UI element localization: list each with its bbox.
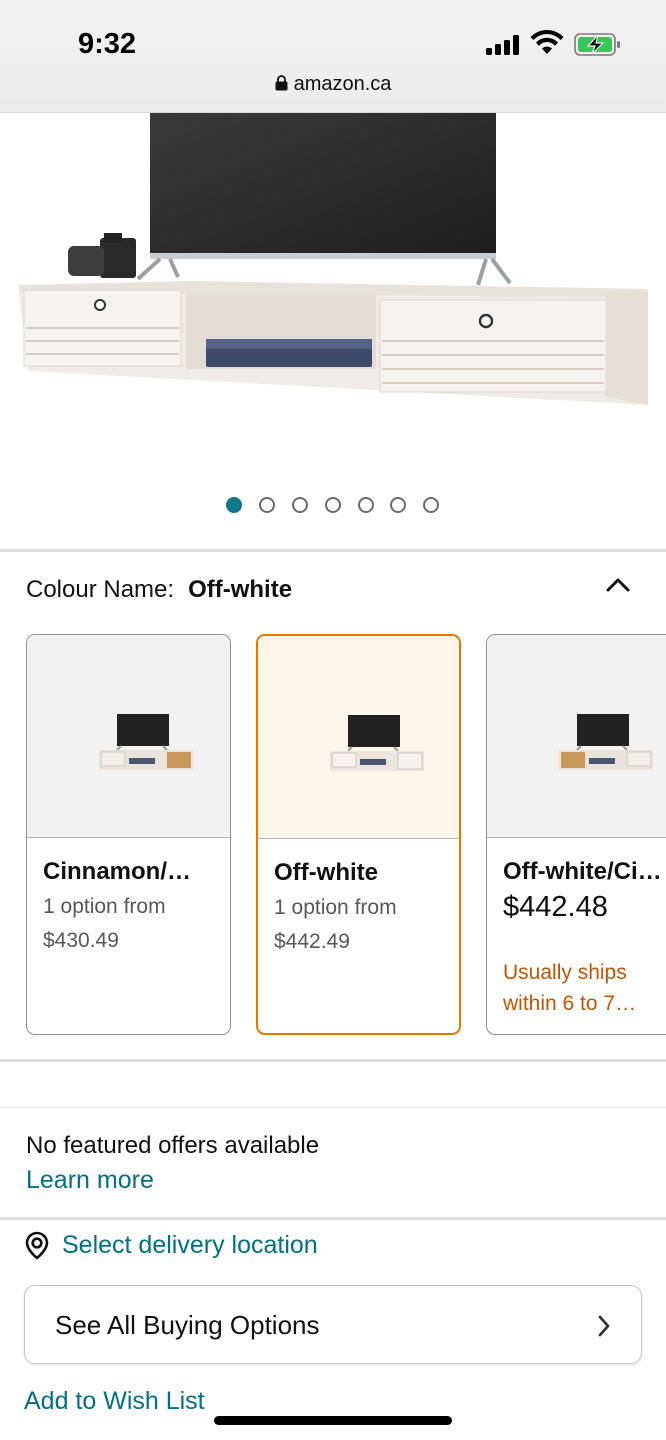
colour-option-card-selected[interactable]: Off-white 1 option from $442.49 [256, 634, 461, 1035]
colour-option-subtext: 1 option from [274, 896, 397, 919]
colour-option-price: $442.48 [503, 891, 608, 923]
address-bar[interactable]: amazon.ca [0, 73, 666, 96]
carousel-dot[interactable] [259, 497, 275, 513]
colour-option-name: Cinnamon/… [43, 858, 191, 885]
colour-option-name: Off-white/Ci… [503, 858, 662, 885]
shipping-estimate-line: within 6 to 7… [503, 992, 637, 1015]
image-carousel-dots[interactable] [226, 497, 446, 515]
chevron-up-icon[interactable] [604, 574, 632, 596]
colour-option-subtext: 1 option from [43, 895, 166, 918]
product-image[interactable] [0, 113, 666, 473]
see-all-buying-options-button[interactable]: See All Buying Options [24, 1285, 642, 1364]
colour-label: Colour Name: [26, 576, 175, 603]
learn-more-link[interactable]: Learn more [26, 1166, 154, 1195]
section-divider [0, 1217, 666, 1220]
url-text: amazon.ca [293, 73, 392, 95]
button-label: See All Buying Options [55, 1310, 320, 1340]
carousel-dot[interactable] [226, 497, 242, 513]
shipping-estimate-line: Usually ships [503, 961, 627, 984]
tv-stand-thumbnail [99, 714, 193, 770]
carousel-dot[interactable] [292, 497, 308, 513]
colour-selected-value: Off-white [188, 576, 293, 603]
cellular-signal-icon [486, 35, 520, 55]
browser-top-bar: 9:32 amazon.ca [0, 0, 666, 113]
status-time: 9:32 [78, 28, 137, 60]
select-delivery-location-link[interactable]: Select delivery location [62, 1231, 318, 1260]
carousel-dot[interactable] [358, 497, 374, 513]
section-divider [0, 549, 666, 552]
colour-option-thumbnail [258, 636, 459, 839]
colour-option-price: $430.49 [43, 929, 119, 952]
wifi-icon [530, 30, 564, 54]
section-divider [0, 1059, 666, 1062]
colour-option-thumbnail [27, 635, 230, 838]
carousel-dot[interactable] [423, 497, 439, 513]
no-offers-text: No featured offers available [26, 1132, 320, 1159]
tv-stand-thumbnail [559, 714, 653, 770]
carousel-dot[interactable] [325, 497, 341, 513]
tv-stand-thumbnail [330, 715, 424, 771]
home-indicator[interactable] [214, 1416, 452, 1425]
chevron-right-icon [598, 1315, 610, 1337]
location-pin-icon [25, 1231, 49, 1260]
colour-option-name: Off-white [274, 859, 378, 886]
section-divider [0, 1107, 666, 1108]
carousel-dot[interactable] [390, 497, 406, 513]
colour-option-card[interactable]: Off-white/Ci… $442.48 Usually ships with… [486, 634, 666, 1035]
shipping-estimate: Usually ships within 6 to 7… [503, 957, 666, 1019]
colour-option-thumbnail [487, 635, 666, 838]
lock-icon [275, 75, 288, 91]
colour-option-price: $442.49 [274, 930, 350, 953]
colour-name-row: Colour Name: Off-white [26, 576, 292, 604]
colour-option-card[interactable]: Cinnamon/… 1 option from $430.49 [26, 634, 231, 1035]
add-to-wish-list-link[interactable]: Add to Wish List [24, 1387, 205, 1416]
battery-charging-icon [574, 33, 620, 56]
